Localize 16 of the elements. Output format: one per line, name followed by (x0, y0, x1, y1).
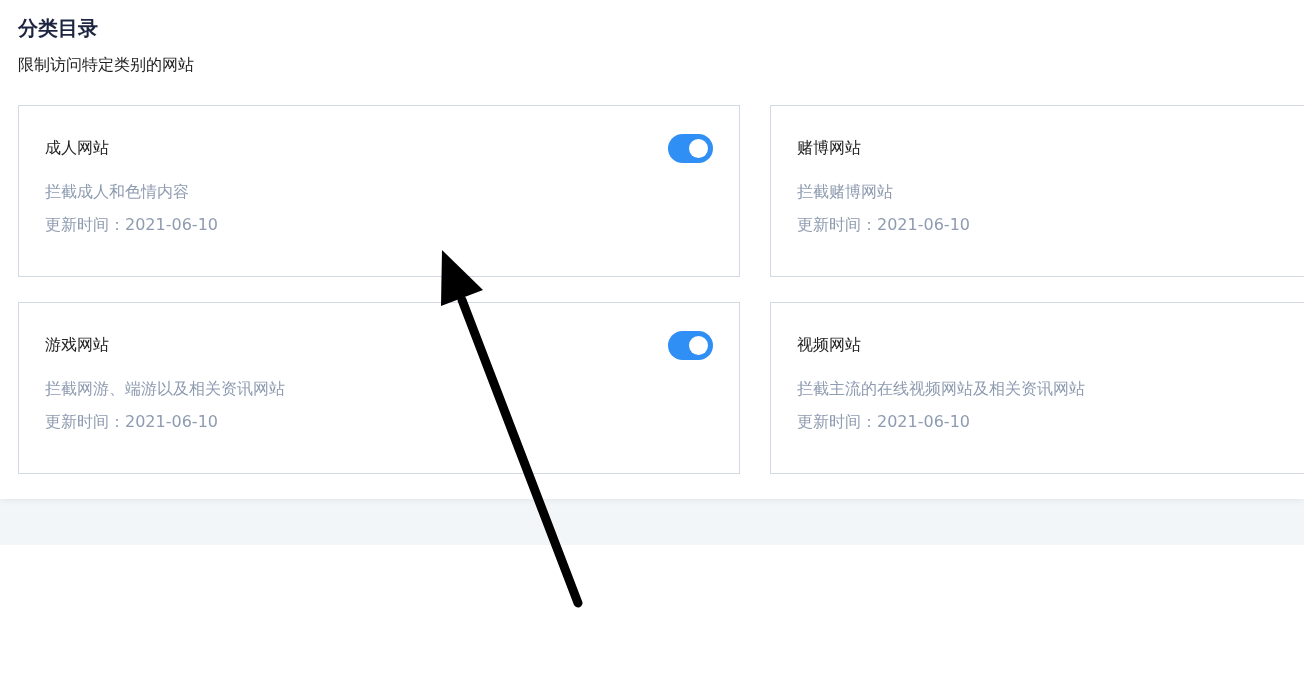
toggle-switch[interactable] (668, 330, 713, 360)
toggle-switch[interactable] (668, 133, 713, 163)
update-time: 更新时间：2021-06-10 (797, 215, 970, 236)
category-name: 游戏网站 (45, 334, 109, 356)
category-description: 拦截成人和色情内容 (45, 182, 189, 203)
category-description: 拦截主流的在线视频网站及相关资讯网站 (797, 379, 1085, 400)
update-time: 更新时间：2021-06-10 (45, 215, 218, 236)
category-name: 成人网站 (45, 137, 109, 159)
update-time: 更新时间：2021-06-10 (45, 412, 218, 433)
section-title: 分类目录 (18, 15, 99, 42)
category-description: 拦截赌博网站 (797, 182, 893, 203)
update-time: 更新时间：2021-06-10 (797, 412, 970, 433)
section-subtitle: 限制访问特定类别的网站 (18, 54, 195, 76)
category-description: 拦截网游、端游以及相关资讯网站 (45, 379, 285, 400)
category-name: 赌博网站 (797, 137, 861, 159)
category-name: 视频网站 (797, 334, 861, 356)
